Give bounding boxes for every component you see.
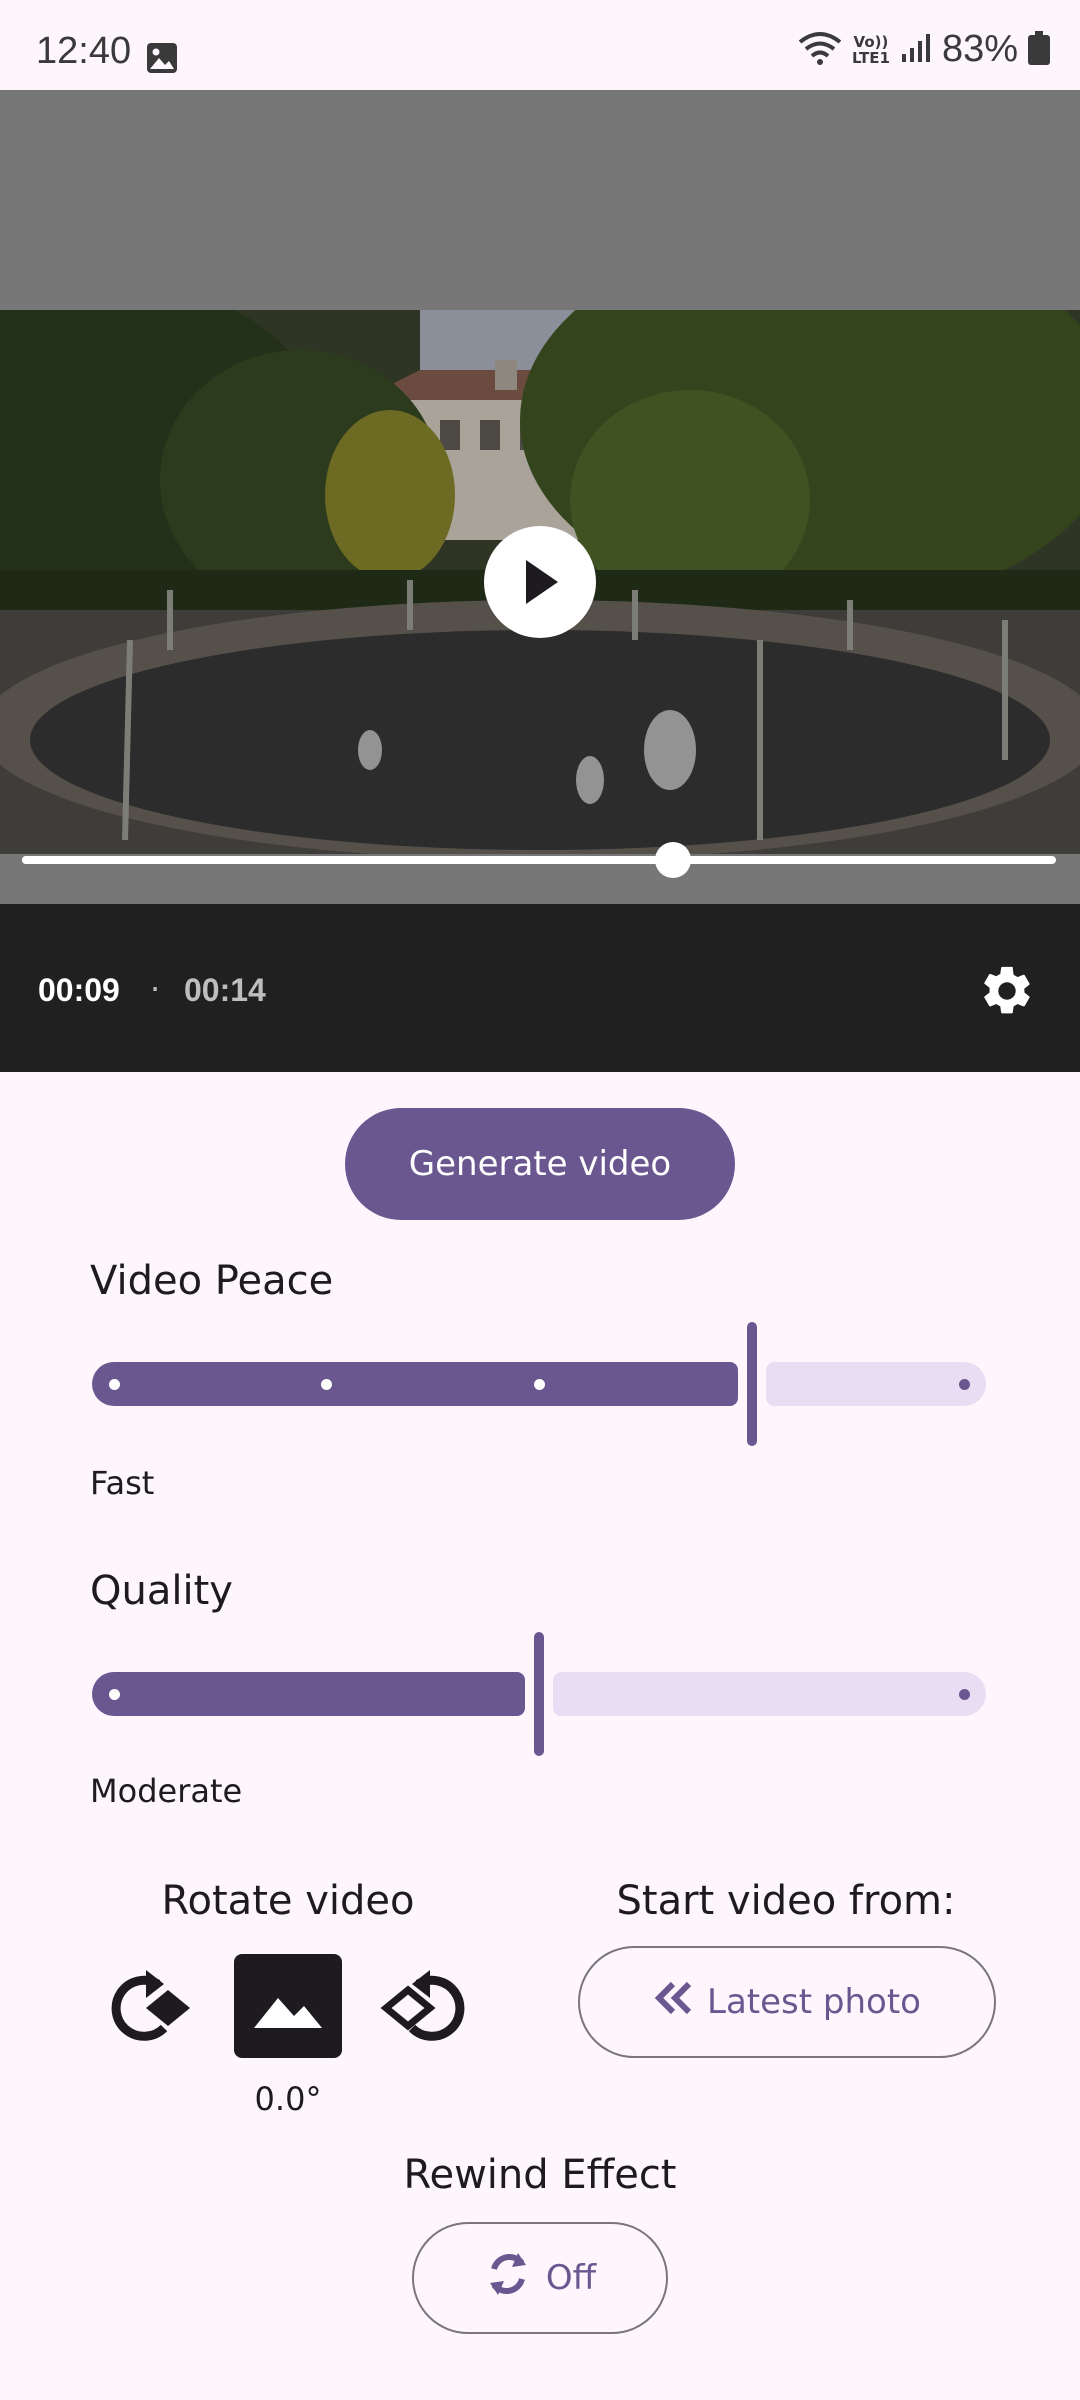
rotate-counterclockwise-icon[interactable] [380, 1964, 470, 2052]
sync-icon [484, 2249, 532, 2308]
video-pace-handle[interactable] [746, 1322, 757, 1446]
rotation-angle: 0.0° [254, 2080, 322, 2118]
rewind-effect-title: Rewind Effect [403, 2152, 677, 2198]
status-bar: 12:40 Vo)) LTE1 83% [0, 0, 1080, 90]
gear-icon[interactable] [978, 962, 1036, 1024]
video-pace-inactive-track [765, 1362, 986, 1406]
rotate-video-title: Rotate video [161, 1878, 415, 1924]
slider-tick [108, 1379, 120, 1390]
latest-photo-label: Latest photo [707, 1982, 921, 2022]
status-icons: Vo)) LTE1 83% [798, 28, 1050, 71]
latest-photo-button[interactable]: Latest photo [578, 1946, 996, 2058]
rotate-clockwise-icon[interactable] [106, 1964, 196, 2052]
seek-bar-played [22, 856, 674, 864]
quality-active-track [92, 1672, 525, 1716]
video-pace-slider[interactable] [92, 1322, 986, 1446]
volte-label: Vo)) [853, 32, 889, 51]
signal-icon [900, 32, 932, 68]
rotation-preview [234, 1954, 342, 2058]
slider-tick [108, 1689, 120, 1700]
battery-percent: 83% [941, 28, 1018, 70]
generate-video-button[interactable]: Generate video [345, 1108, 735, 1220]
slider-tick [533, 1379, 545, 1390]
quality-inactive-track [553, 1672, 986, 1716]
video-pace-title: Video Peace [90, 1258, 334, 1304]
quality-title: Quality [90, 1568, 233, 1614]
rewind-toggle-button[interactable]: Off [412, 2222, 668, 2334]
status-time: 12:40 [36, 30, 132, 72]
slider-tick [321, 1379, 332, 1390]
start-video-from-title: Start video from: [616, 1878, 956, 1924]
play-button[interactable] [484, 526, 596, 638]
quality-handle[interactable] [534, 1632, 544, 1756]
video-pace-value: Fast [90, 1464, 155, 1502]
image-icon [254, 1998, 322, 2028]
battery-icon [1028, 30, 1050, 69]
video-letterbox-top [0, 90, 1080, 310]
slider-tick [958, 1379, 970, 1390]
time-separator: · [150, 970, 161, 1008]
seek-bar[interactable] [22, 842, 1056, 878]
play-icon [526, 560, 558, 604]
double-chevron-left-icon [653, 1980, 693, 2025]
lte-label: LTE1 [851, 48, 890, 67]
player-control-bar: 00:09 · 00:14 [0, 904, 1080, 1072]
seek-bar-thumb[interactable] [655, 842, 692, 878]
rewind-state-label: Off [545, 2258, 597, 2298]
wifi-icon [798, 30, 842, 70]
quality-value: Moderate [90, 1772, 243, 1810]
duration: 00:14 [184, 972, 266, 1008]
volte-icon: Vo)) LTE1 [852, 34, 890, 66]
gallery-notification-icon [146, 42, 178, 78]
slider-tick [958, 1689, 970, 1700]
quality-slider[interactable] [92, 1632, 986, 1756]
video-pace-active-track [92, 1362, 738, 1406]
current-time: 00:09 [38, 972, 120, 1008]
